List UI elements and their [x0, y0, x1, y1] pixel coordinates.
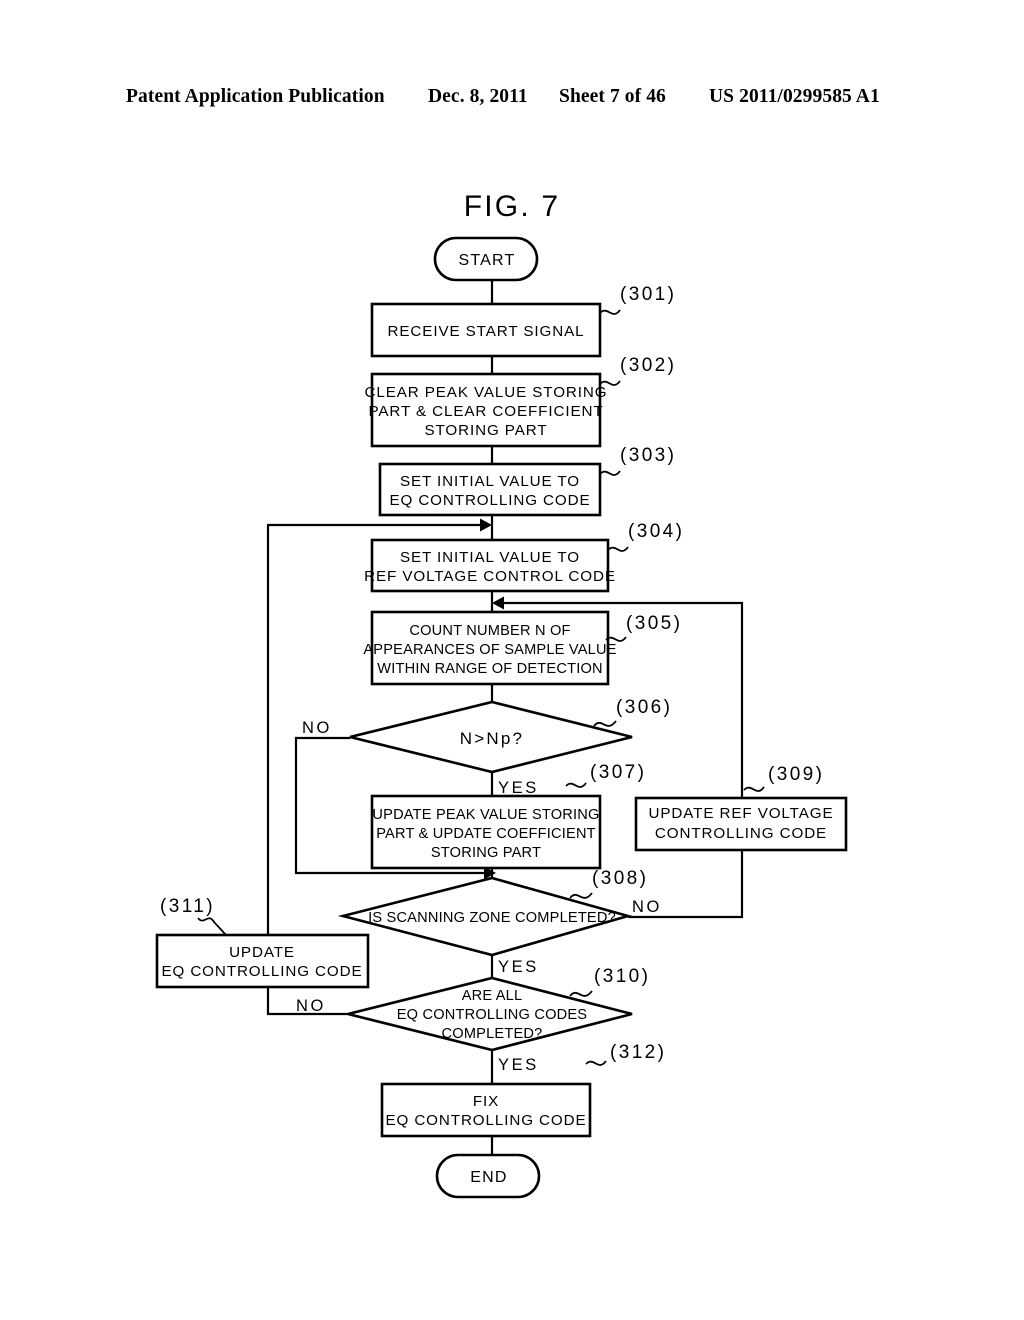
- process-305-line-3: WITHIN RANGE OF DETECTION: [377, 661, 603, 677]
- ref-leader-303: (303): [599, 445, 676, 476]
- ref-label-305: (305): [626, 613, 682, 634]
- process-303: SET INITIAL VALUE TO EQ CONTROLLING CODE: [378, 462, 602, 517]
- ref-leader-304: (304): [607, 521, 684, 552]
- ref-leader-302: (302): [599, 355, 676, 386]
- ref-label-311: (311): [160, 896, 215, 917]
- process-302-line-1: CLEAR PEAK VALUE STORING: [364, 384, 607, 401]
- figure-title: FIG. 7: [464, 190, 561, 223]
- process-302-line-2: PART & CLEAR COEFFICIENT: [368, 403, 603, 420]
- process-312-line-2: EQ CONTROLLING CODE: [385, 1112, 586, 1129]
- branch-label-306-no: NO: [302, 719, 332, 737]
- process-302: CLEAR PEAK VALUE STORING PART & CLEAR CO…: [364, 372, 607, 448]
- terminator-end: END: [435, 1153, 541, 1199]
- process-312-line-1: FIX: [473, 1093, 499, 1110]
- branch-label-308-yes: YES: [498, 958, 539, 976]
- ref-label-312: (312): [610, 1042, 666, 1063]
- ref-leader-306: (306): [593, 697, 672, 727]
- process-307: UPDATE PEAK VALUE STORING PART & UPDATE …: [370, 794, 602, 870]
- ref-label-310: (310): [594, 966, 650, 987]
- ref-leader-305: (305): [605, 613, 682, 642]
- decision-310: ARE ALL EQ CONTROLLING CODES COMPLETED?: [347, 976, 633, 1052]
- ref-leader-312-squiggle: [585, 1060, 607, 1066]
- ref-label-301: (301): [620, 284, 676, 305]
- process-305: COUNT NUMBER N OF APPEARANCES OF SAMPLE …: [363, 610, 617, 686]
- ref-leader-309-squiggle: [743, 786, 765, 792]
- branch-label-306-yes: YES: [498, 779, 539, 797]
- ref-label-304: (304): [628, 521, 684, 542]
- ref-leader-310-squiggle: [569, 990, 593, 997]
- ref-leader-304-squiggle: [607, 546, 629, 552]
- terminator-start: START: [433, 236, 539, 282]
- branch-label-310-no: NO: [296, 997, 326, 1015]
- ref-leader-303-squiggle: [599, 470, 621, 476]
- ref-label-309: (309): [768, 764, 824, 785]
- process-302-line-3: STORING PART: [424, 422, 547, 439]
- process-303-line-1: SET INITIAL VALUE TO: [400, 473, 580, 490]
- process-304-line-1: SET INITIAL VALUE TO: [400, 549, 580, 566]
- ref-leader-310: (310): [569, 966, 650, 997]
- decision-306-label: N>Np?: [460, 729, 524, 748]
- process-305-line-2: APPEARANCES OF SAMPLE VALUE: [363, 642, 616, 658]
- process-303-line-2: EQ CONTROLLING CODE: [389, 492, 590, 509]
- ref-label-307: (307): [590, 762, 646, 783]
- ref-leader-312: (312): [585, 1042, 666, 1066]
- ref-leader-301: (301): [599, 284, 676, 315]
- process-307-line-2: PART & UPDATE COEFFICIENT: [376, 826, 596, 842]
- process-307-line-3: STORING PART: [431, 845, 541, 861]
- process-311-line-1: UPDATE: [229, 944, 295, 961]
- process-304: SET INITIAL VALUE TO REF VOLTAGE CONTROL…: [364, 538, 616, 593]
- ref-leader-307-squiggle: [565, 782, 587, 788]
- terminator-start-label: START: [459, 252, 516, 269]
- decision-308-label: IS SCANNING ZONE COMPLETED?: [368, 910, 616, 926]
- ref-leader-309: (309): [743, 764, 824, 792]
- process-309-line-2: CONTROLLING CODE: [655, 825, 827, 842]
- ref-leader-308-squiggle: [569, 892, 593, 899]
- arrowhead-308no: [492, 596, 504, 610]
- process-301-line-1: RECEIVE START SIGNAL: [388, 323, 585, 340]
- branch-label-308-no: NO: [632, 898, 662, 916]
- ref-label-303: (303): [620, 445, 676, 466]
- decision-310-line-2: EQ CONTROLLING CODES: [397, 1007, 588, 1023]
- arrowhead-311-loop: [480, 518, 492, 532]
- terminator-end-label: END: [470, 1169, 507, 1186]
- process-305-line-1: COUNT NUMBER N OF: [409, 623, 570, 639]
- ref-leader-306-squiggle: [593, 720, 617, 727]
- decision-310-line-1: ARE ALL: [462, 988, 523, 1004]
- branch-label-310-yes: YES: [498, 1056, 539, 1074]
- ref-leader-308: (308): [569, 868, 648, 899]
- process-304-line-2: REF VOLTAGE CONTROL CODE: [364, 568, 616, 585]
- process-311-line-2: EQ CONTROLLING CODE: [161, 963, 362, 980]
- ref-leader-311-squiggle: [197, 917, 227, 936]
- process-311: UPDATE EQ CONTROLLING CODE: [155, 933, 370, 989]
- ref-label-302: (302): [620, 355, 676, 376]
- process-307-line-1: UPDATE PEAK VALUE STORING: [372, 807, 599, 823]
- process-312: FIX EQ CONTROLLING CODE: [380, 1082, 592, 1138]
- figure-container: FIG. 7 START RECEIVE START SIGNAL (301) …: [0, 0, 1024, 1320]
- ref-leader-311: (311): [160, 896, 227, 936]
- ref-label-306: (306): [616, 697, 672, 718]
- ref-label-308: (308): [592, 868, 648, 889]
- process-309-line-1: UPDATE REF VOLTAGE: [649, 805, 834, 822]
- ref-leader-301-squiggle: [599, 309, 621, 315]
- process-309: UPDATE REF VOLTAGE CONTROLLING CODE: [634, 796, 848, 852]
- flowchart-diagram: FIG. 7 START RECEIVE START SIGNAL (301) …: [155, 190, 848, 1199]
- decision-308: IS SCANNING ZONE COMPLETED?: [337, 876, 633, 957]
- decision-310-line-3: COMPLETED?: [442, 1026, 543, 1042]
- ref-leader-307: (307): [565, 762, 646, 788]
- process-301: RECEIVE START SIGNAL: [370, 302, 602, 358]
